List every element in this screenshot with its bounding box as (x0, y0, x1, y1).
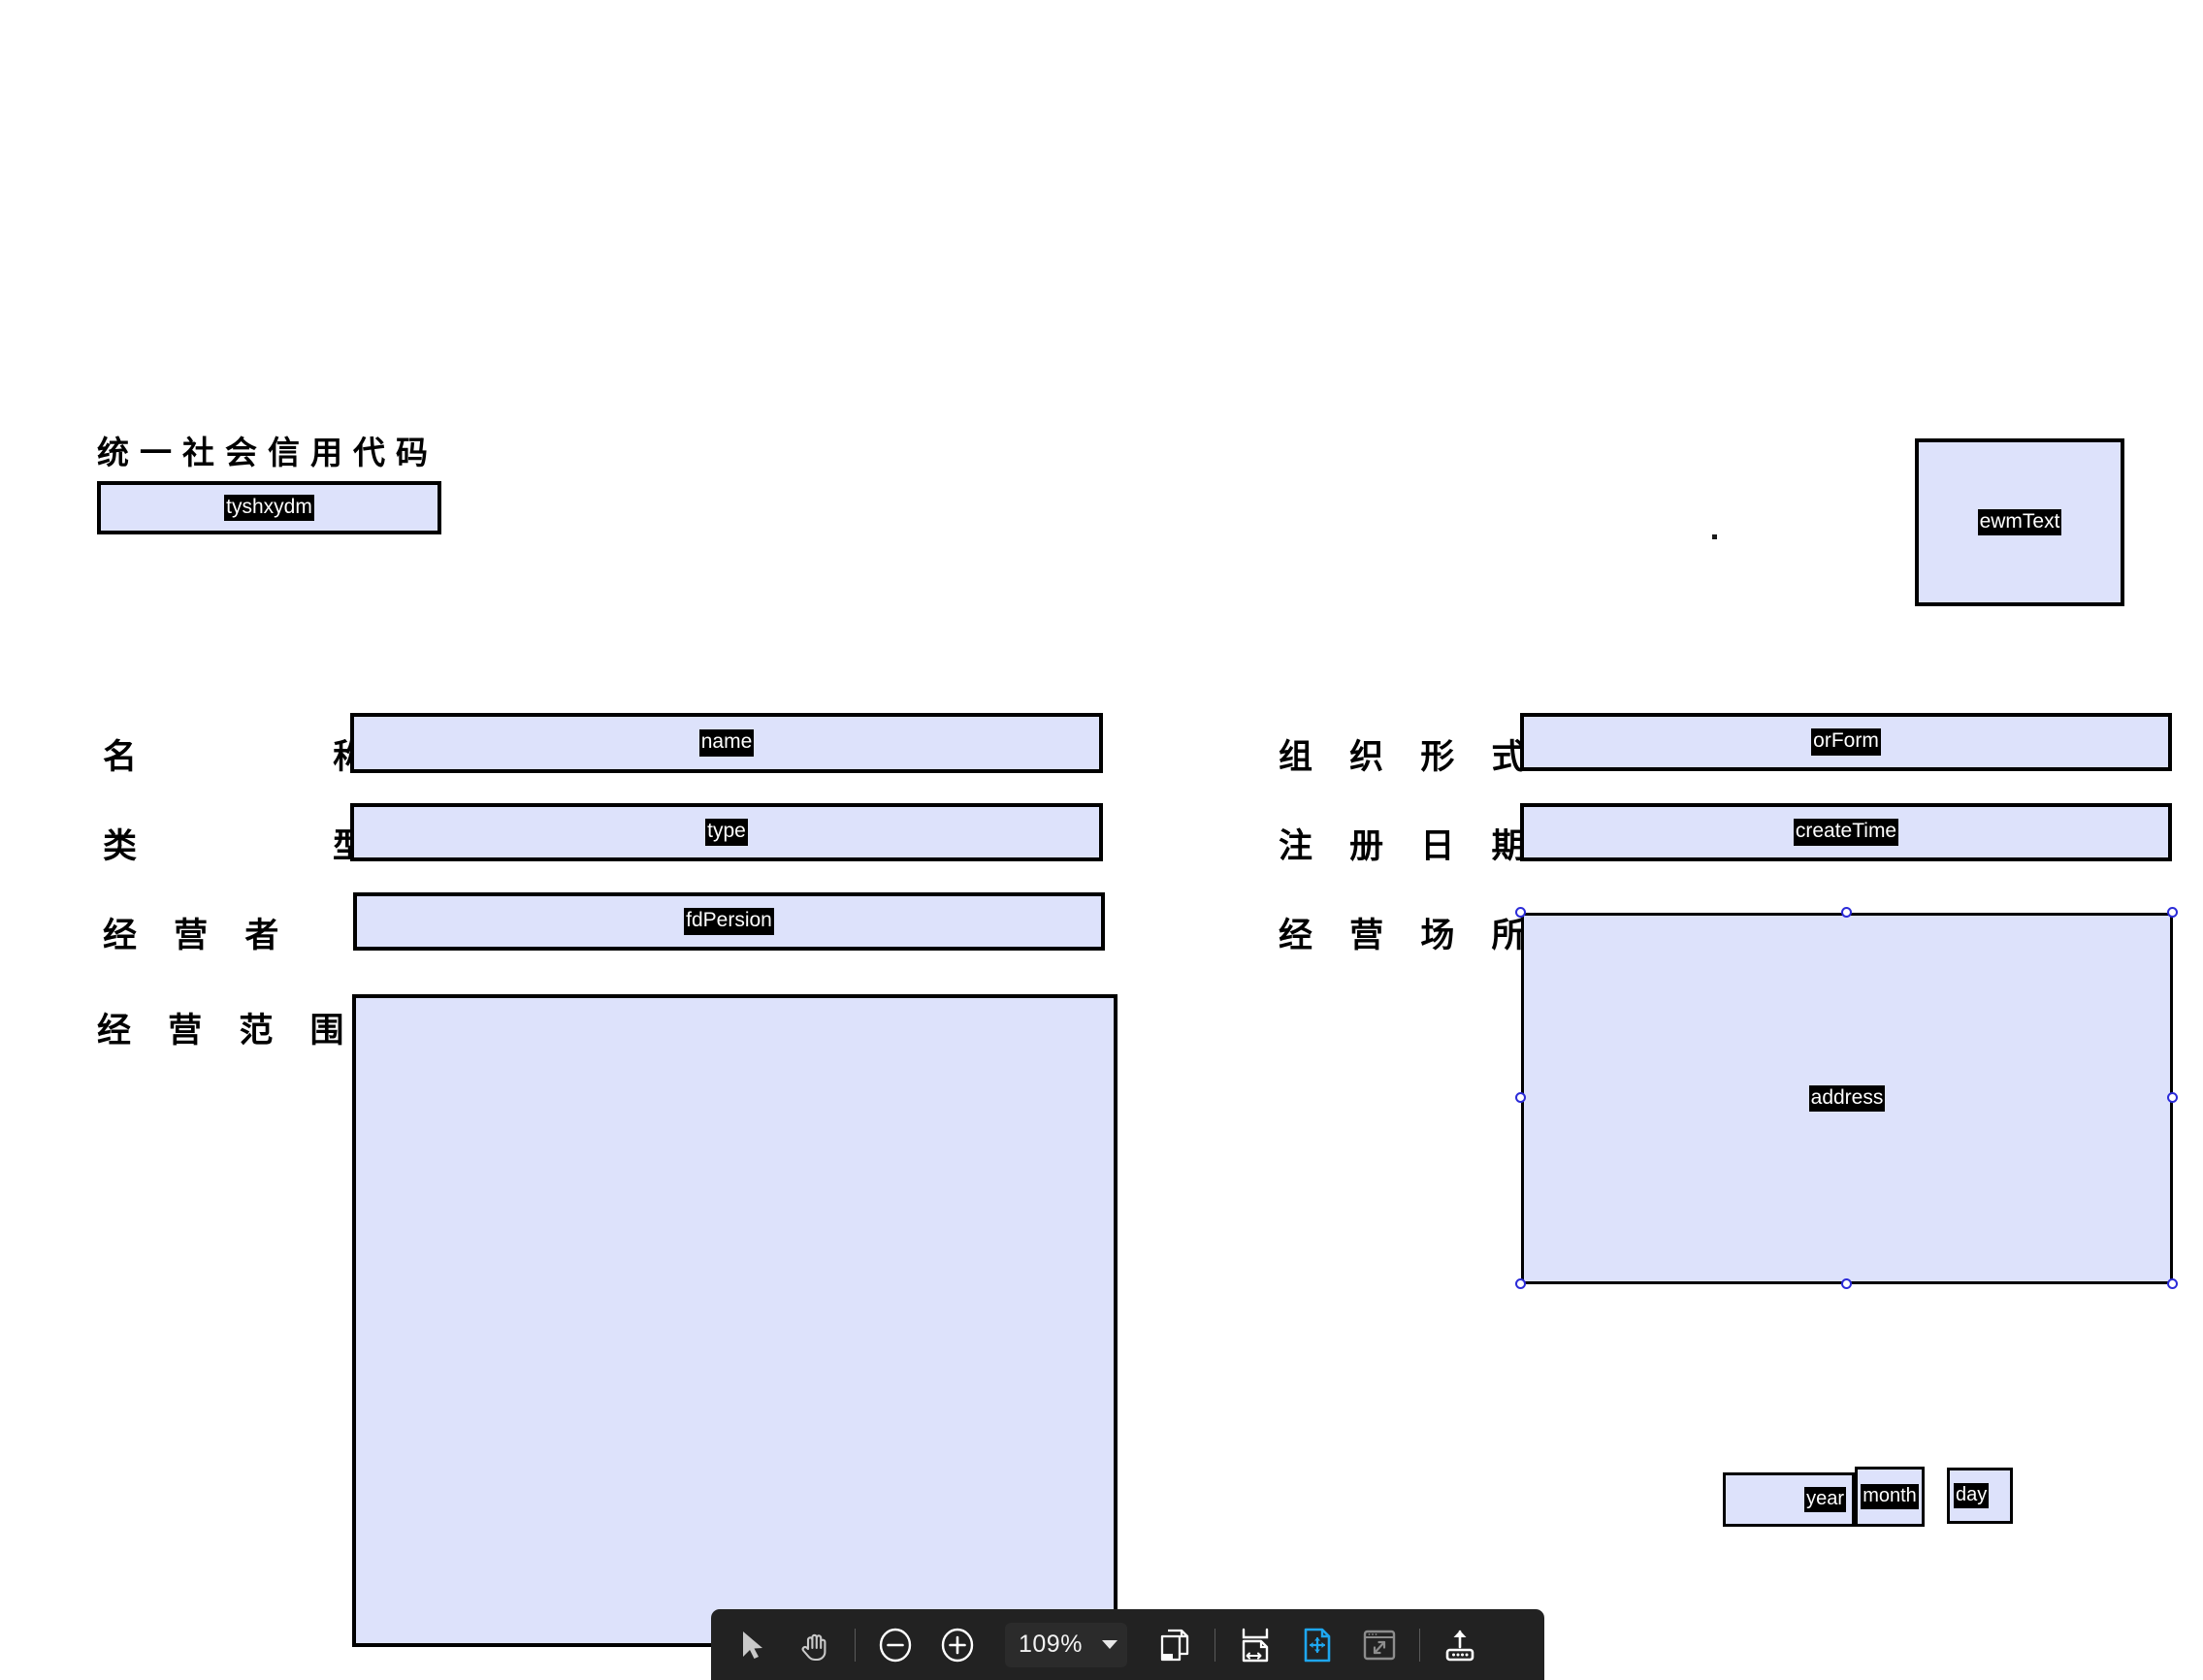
label-business-premises: 经 营 场 所 (1279, 917, 1539, 955)
field-day[interactable]: day (1947, 1468, 2013, 1524)
handle-bottom-left[interactable] (1515, 1278, 1526, 1289)
artifact-dot (1712, 534, 1717, 539)
fit-height-icon (1239, 1626, 1272, 1664)
zoom-level-value: 109% (1019, 1631, 1083, 1658)
placeholder-tyshxydm: tyshxydm (224, 494, 314, 522)
zoom-level-selector[interactable]: 109% (1005, 1622, 1127, 1667)
field-unified-social-credit-code[interactable]: tyshxydm (97, 481, 441, 534)
handle-bottom-right[interactable] (2167, 1278, 2178, 1289)
upload-icon (1442, 1627, 1477, 1664)
field-qr-code-text[interactable]: ewmText (1915, 438, 2124, 606)
chevron-down-icon[interactable] (1101, 1640, 1118, 1649)
field-type[interactable]: type (350, 803, 1103, 861)
placeholder-createTime: createTime (1793, 819, 1899, 846)
expand-screen-icon (1362, 1629, 1397, 1662)
field-operator[interactable]: fdPersion (353, 892, 1105, 951)
zoom-in-icon (939, 1627, 976, 1664)
page-title: 统一社会信用代码 (97, 434, 438, 471)
field-organization-form[interactable]: orForm (1520, 713, 2172, 771)
placeholder-year: year (1804, 1486, 1846, 1513)
handle-top-left[interactable] (1515, 907, 1526, 918)
placeholder-type: type (705, 819, 748, 846)
field-registration-date[interactable]: createTime (1520, 803, 2172, 861)
field-business-scope[interactable]: BusinessScope (352, 994, 1118, 1647)
document-canvas[interactable]: 统一社会信用代码 tyshxydm ewmText 名 称 name 类 型 t… (0, 0, 2203, 1680)
placeholder-month: month (1861, 1483, 1919, 1510)
fit-page-button[interactable] (1291, 1619, 1344, 1671)
handle-top-right[interactable] (2167, 907, 2178, 918)
handle-middle-left[interactable] (1515, 1092, 1526, 1103)
placeholder-name: name (698, 729, 755, 757)
placeholder-ewmText: ewmText (1977, 508, 2062, 536)
zoom-out-button[interactable] (869, 1619, 922, 1671)
label-registration-date: 注 册 日 期 (1279, 827, 1539, 866)
placeholder-orForm: orForm (1811, 728, 1881, 756)
fit-page-icon (1302, 1626, 1333, 1664)
zoom-out-icon (877, 1627, 914, 1664)
handle-bottom-center[interactable] (1841, 1278, 1852, 1289)
upload-button[interactable] (1434, 1619, 1486, 1671)
field-name[interactable]: name (350, 713, 1103, 773)
toolbar-divider-1 (855, 1628, 856, 1662)
duplicate-page-button[interactable] (1149, 1619, 1201, 1671)
toolbar-divider-3 (1418, 1628, 1420, 1662)
field-month[interactable]: month (1855, 1467, 1925, 1527)
hand-icon (799, 1629, 830, 1662)
label-operator: 经 营 者 (103, 917, 292, 955)
fit-height-button[interactable] (1229, 1619, 1281, 1671)
copy-pages-icon (1158, 1627, 1191, 1664)
placeholder-fdPersion: fdPersion (684, 908, 774, 935)
handle-top-center[interactable] (1841, 907, 1852, 918)
pan-tool-button[interactable] (789, 1619, 841, 1671)
field-year[interactable]: year (1723, 1472, 1855, 1527)
bottom-toolbar[interactable]: 109% (711, 1609, 1544, 1680)
label-organization-form: 组 织 形 式 (1279, 738, 1539, 777)
label-business-scope: 经 营 范 围 (97, 1012, 357, 1050)
cursor-arrow-icon (740, 1630, 765, 1661)
placeholder-day: day (1954, 1482, 1990, 1509)
selection-handles-address (1515, 907, 2178, 1289)
select-tool-button[interactable] (727, 1619, 779, 1671)
zoom-in-button[interactable] (931, 1619, 984, 1671)
handle-middle-right[interactable] (2167, 1092, 2178, 1103)
presentation-mode-button[interactable] (1353, 1619, 1406, 1671)
